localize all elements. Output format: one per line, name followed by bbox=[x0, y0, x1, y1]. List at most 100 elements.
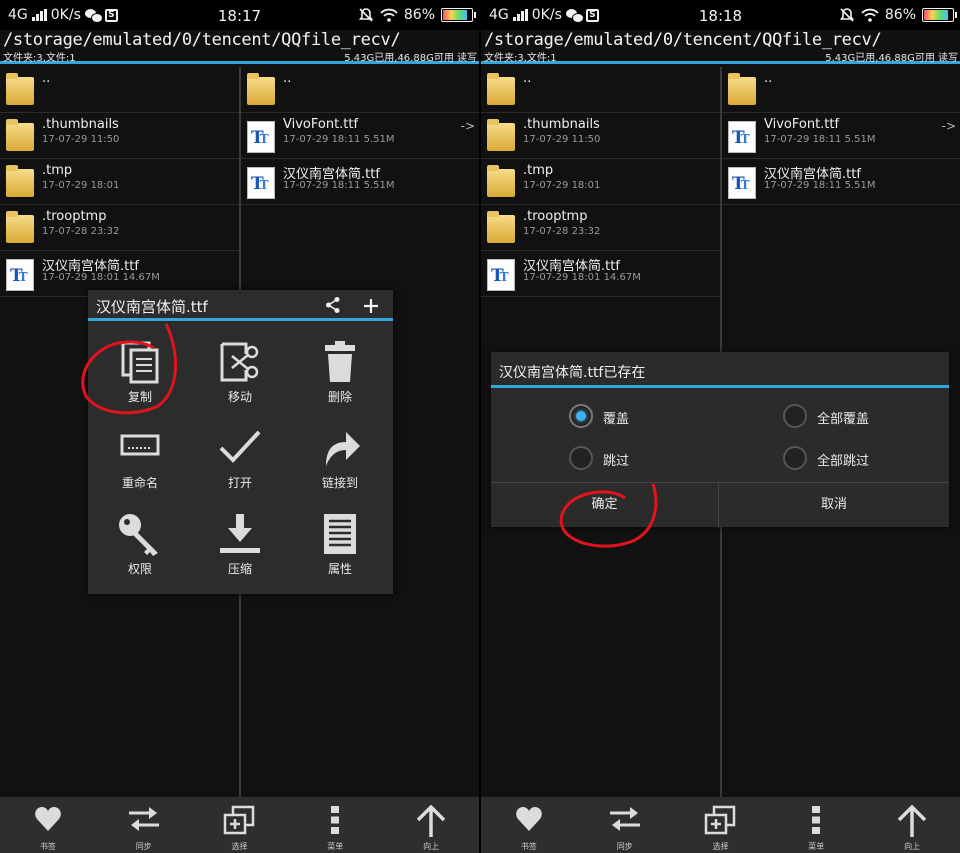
radio-unselected[interactable] bbox=[783, 446, 807, 470]
up-button[interactable]: 向上 bbox=[864, 797, 960, 853]
menu-item-move[interactable]: 移动 bbox=[190, 326, 290, 412]
file-row[interactable]: .trooptmp 17-07-28 23:32 bbox=[0, 205, 239, 251]
menu-item-compress[interactable]: 压缩 bbox=[190, 498, 290, 584]
file-row[interactable]: .tmp 17-07-29 18:01 bbox=[0, 159, 239, 205]
folder-icon bbox=[6, 165, 34, 197]
file-row[interactable]: .. bbox=[241, 67, 479, 113]
mute-bell-icon bbox=[839, 8, 854, 22]
file-meta: 17-07-29 18:01 14.67M bbox=[42, 272, 160, 283]
link-arrow-icon bbox=[326, 432, 360, 466]
file-row[interactable]: .trooptmp 17-07-28 23:32 bbox=[481, 205, 720, 251]
file-row[interactable]: .. bbox=[481, 67, 720, 113]
file-row[interactable]: TT 汉仪南宫体简.ttf 17-07-29 18:01 14.67M bbox=[481, 251, 720, 297]
menu-item-permissions[interactable]: 权限 bbox=[90, 498, 190, 584]
file-name: .tmp bbox=[523, 163, 554, 178]
file-meta: 17-07-29 18:01 14.67M bbox=[523, 272, 641, 283]
folder-icon bbox=[6, 119, 34, 151]
file-row[interactable]: .thumbnails 17-07-29 11:50 bbox=[481, 113, 720, 159]
menu-item-label: 权限 bbox=[127, 562, 152, 576]
file-meta: 17-07-29 11:50 bbox=[523, 134, 601, 145]
dialog-title: 汉仪南宫体简.ttf已存在 bbox=[499, 365, 646, 381]
menu-item-delete[interactable]: 删除 bbox=[290, 326, 390, 412]
ok-button[interactable]: 确定 bbox=[491, 483, 719, 528]
file-row[interactable]: TT 汉仪南宫体简.ttf 17-07-29 18:11 5.51M bbox=[722, 159, 960, 205]
menu-dots-icon bbox=[812, 806, 821, 834]
menu-item-label: 删除 bbox=[327, 390, 352, 404]
menu-item-label: 移动 bbox=[227, 390, 252, 404]
select-button[interactable]: 选择 bbox=[192, 797, 288, 853]
battery-icon bbox=[922, 8, 957, 22]
option-overwrite[interactable]: 覆盖 bbox=[569, 404, 689, 430]
bookmark-button[interactable]: 书签 bbox=[481, 797, 577, 853]
font-file-icon: TT bbox=[6, 259, 34, 291]
heart-icon bbox=[35, 807, 61, 831]
file-row[interactable]: TT VivoFont.ttf 17-07-29 18:11 5.51M -> bbox=[241, 113, 479, 159]
menu-button[interactable]: 菜单 bbox=[768, 797, 864, 853]
font-file-icon: TT bbox=[247, 121, 275, 153]
toolbar-label: 同步 bbox=[135, 842, 152, 851]
item-counts: 文件夹:3,文件:1 bbox=[484, 53, 557, 64]
battery-percent: 86% bbox=[403, 7, 435, 23]
menu-item-label: 复制 bbox=[127, 390, 152, 404]
sync-button[interactable]: 同步 bbox=[96, 797, 192, 853]
file-exists-dialog: 汉仪南宫体简.ttf已存在 覆盖 全部覆盖 跳过 全部跳过 确定 取消 bbox=[491, 352, 949, 528]
folder-icon bbox=[487, 119, 515, 151]
cut-move-icon bbox=[220, 342, 259, 382]
up-button[interactable]: 向上 bbox=[383, 797, 479, 853]
battery-percent: 86% bbox=[884, 7, 916, 23]
option-skip-all[interactable]: 全部跳过 bbox=[783, 446, 923, 472]
menu-button[interactable]: 菜单 bbox=[287, 797, 383, 853]
option-label: 全部跳过 bbox=[817, 454, 870, 469]
radio-selected[interactable] bbox=[569, 404, 593, 428]
storage-info: 5.43G已用,46.88G可用 读写 bbox=[825, 53, 958, 64]
menu-item-open[interactable]: 打开 bbox=[190, 412, 290, 498]
folder-icon bbox=[247, 73, 275, 105]
compress-icon bbox=[220, 514, 260, 553]
file-row[interactable]: .. bbox=[0, 67, 239, 113]
trash-icon bbox=[325, 341, 355, 382]
folder-icon bbox=[6, 211, 34, 243]
file-name: VivoFont.ttf bbox=[764, 117, 840, 132]
item-counts: 文件夹:3,文件:1 bbox=[3, 53, 76, 64]
rename-icon bbox=[120, 434, 160, 456]
share-icon[interactable] bbox=[325, 296, 341, 314]
menu-item-properties[interactable]: 属性 bbox=[290, 498, 390, 584]
folder-icon bbox=[487, 73, 515, 105]
file-row[interactable]: TT 汉仪南宫体简.ttf 17-07-29 18:11 5.51M bbox=[241, 159, 479, 205]
menu-item-copy[interactable]: 复制 bbox=[90, 326, 190, 412]
option-label: 全部覆盖 bbox=[817, 412, 870, 427]
file-meta: 17-07-29 18:11 5.51M bbox=[283, 180, 395, 191]
font-file-icon: TT bbox=[728, 167, 756, 199]
bookmark-button[interactable]: 书签 bbox=[0, 797, 96, 853]
current-path[interactable]: /storage/emulated/0/tencent/QQfile_recv/ bbox=[484, 30, 882, 50]
file-meta: 17-07-29 18:01 bbox=[42, 180, 120, 191]
file-row[interactable]: .thumbnails 17-07-29 11:50 bbox=[0, 113, 239, 159]
option-overwrite-all[interactable]: 全部覆盖 bbox=[783, 404, 923, 430]
menu-item-label: 重命名 bbox=[121, 476, 158, 490]
sync-button[interactable]: 同步 bbox=[577, 797, 673, 853]
radio-unselected[interactable] bbox=[783, 404, 807, 428]
file-context-menu: 汉仪南宫体简.ttf 复制 移动 删除 重命名 打开 链接到 权限 压缩 属性 bbox=[88, 290, 393, 594]
file-name: .. bbox=[283, 71, 292, 86]
file-row[interactable]: .tmp 17-07-29 18:01 bbox=[481, 159, 720, 205]
menu-item-rename[interactable]: 重命名 bbox=[90, 412, 190, 498]
sync-arrows-icon bbox=[128, 807, 159, 831]
wifi-icon bbox=[380, 8, 398, 22]
toolbar-label: 向上 bbox=[423, 842, 440, 851]
file-meta: 17-07-29 18:11 5.51M bbox=[764, 180, 876, 191]
cancel-button[interactable]: 取消 bbox=[720, 483, 948, 528]
radio-unselected[interactable] bbox=[569, 446, 593, 470]
menu-item-link[interactable]: 链接到 bbox=[290, 412, 390, 498]
select-button[interactable]: 选择 bbox=[673, 797, 769, 853]
current-path[interactable]: /storage/emulated/0/tencent/QQfile_recv/ bbox=[3, 30, 401, 50]
option-skip[interactable]: 跳过 bbox=[569, 446, 689, 472]
file-name: .. bbox=[764, 71, 773, 86]
mute-bell-icon bbox=[358, 8, 373, 22]
add-icon[interactable] bbox=[363, 298, 379, 314]
file-row[interactable]: .. bbox=[722, 67, 960, 113]
file-row[interactable]: TT VivoFont.ttf 17-07-29 18:11 5.51M -> bbox=[722, 113, 960, 159]
file-name: .. bbox=[42, 71, 51, 86]
file-name: .thumbnails bbox=[42, 117, 119, 132]
option-label: 跳过 bbox=[603, 454, 630, 469]
file-meta: 17-07-29 11:50 bbox=[42, 134, 120, 145]
